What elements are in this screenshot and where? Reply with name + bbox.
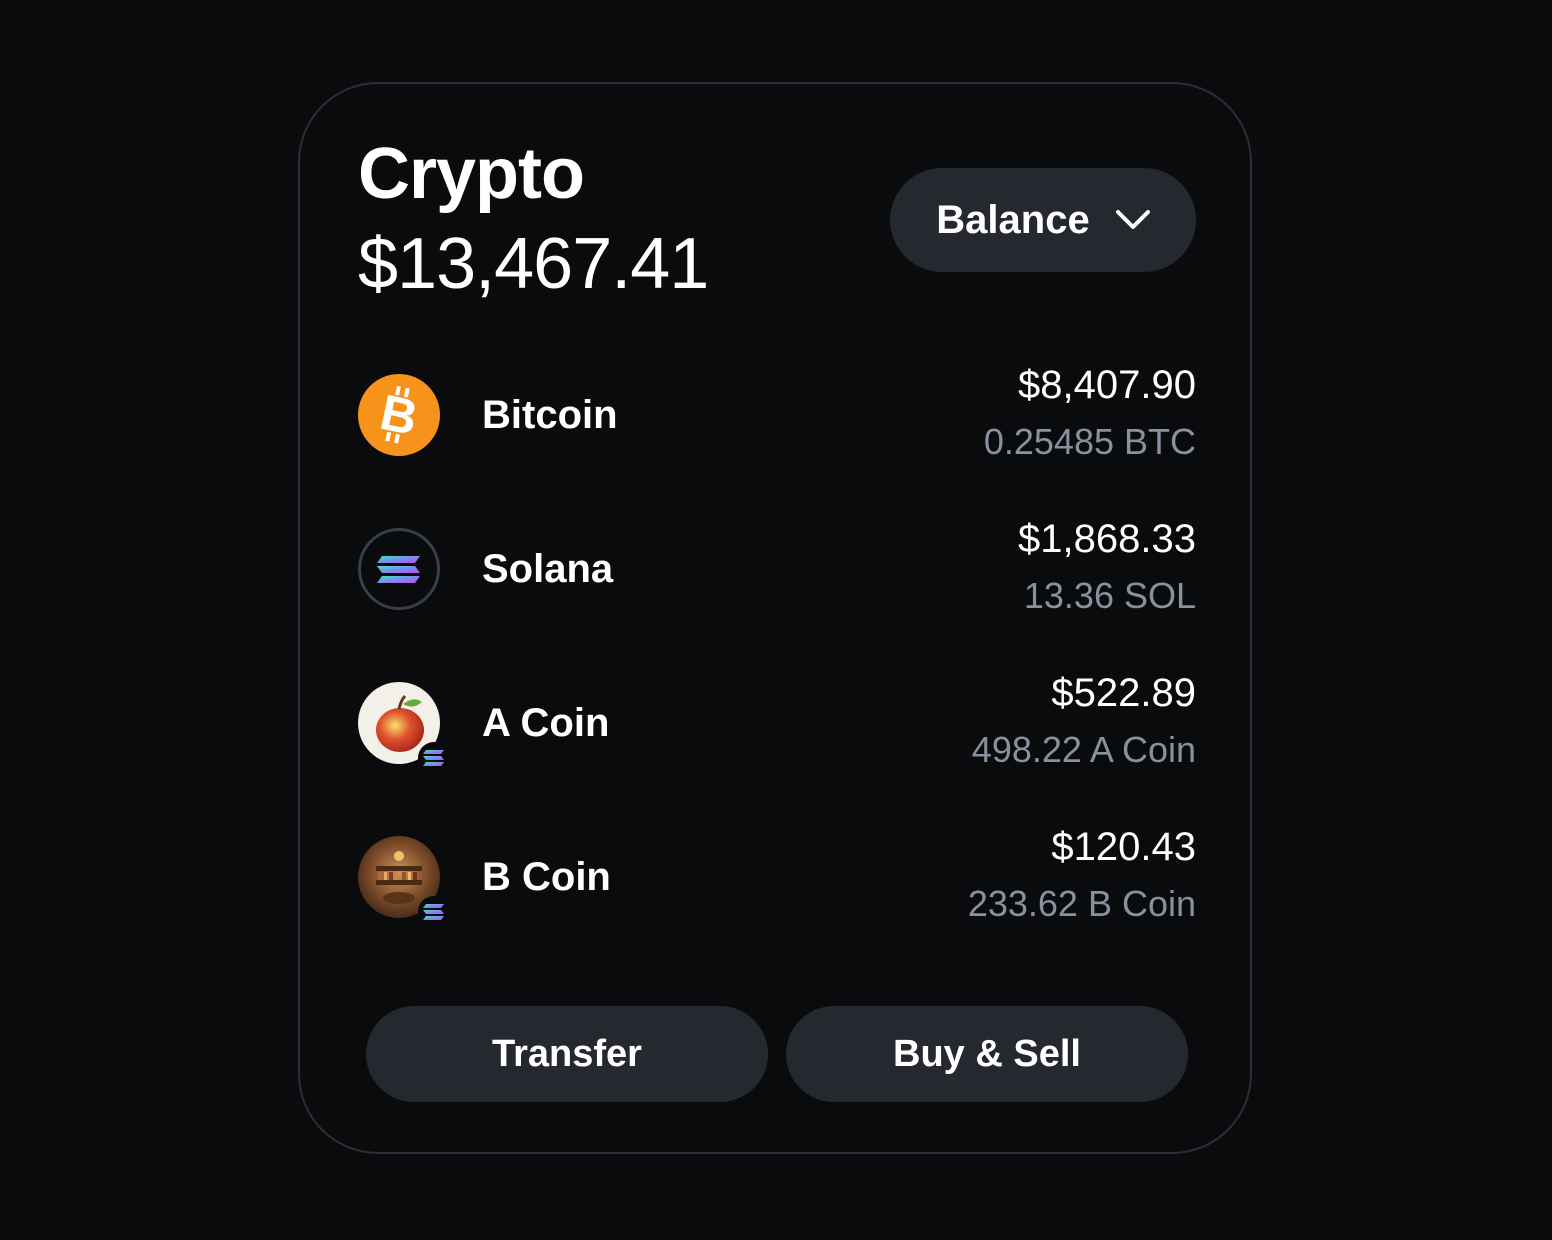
asset-usd-value: $120.43: [1051, 825, 1196, 869]
buy-sell-button[interactable]: Buy & Sell: [786, 1006, 1188, 1102]
asset-usd-value: $1,868.33: [1018, 517, 1196, 561]
asset-name: Solana: [482, 547, 614, 591]
asset-usd-value: $522.89: [1051, 671, 1196, 715]
chevron-down-icon: [1115, 210, 1150, 229]
total-balance: $13,467.41: [358, 224, 709, 304]
asset-row-a-coin[interactable]: A Coin $522.89 498.22 A Coin: [358, 668, 1196, 778]
solana-badge-icon: [423, 904, 444, 920]
bitcoin-icon: B: [358, 374, 440, 456]
library-icon: [358, 836, 450, 928]
crypto-card: Crypto $13,467.41 Balance B Bitcoin $8,4…: [298, 82, 1252, 1154]
solana-icon: [358, 528, 440, 610]
sort-dropdown-label: Balance: [936, 197, 1090, 242]
asset-amount: 0.25485 BTC: [983, 421, 1196, 462]
asset-name: B Coin: [482, 855, 611, 899]
asset-amount: 13.36 SOL: [1023, 575, 1196, 616]
asset-amount: 233.62 B Coin: [967, 883, 1196, 924]
asset-amount: 498.22 A Coin: [971, 729, 1196, 770]
asset-row-solana[interactable]: Solana $1,868.33 13.36 SOL: [358, 514, 1196, 624]
page-title: Crypto: [358, 134, 585, 214]
apple-icon: [358, 682, 450, 774]
solana-badge-icon: [423, 750, 444, 766]
asset-row-bitcoin[interactable]: B Bitcoin $8,407.90 0.25485 BTC: [358, 360, 1196, 470]
asset-name: A Coin: [482, 701, 610, 745]
asset-name: Bitcoin: [482, 393, 618, 437]
transfer-button[interactable]: Transfer: [366, 1006, 768, 1102]
asset-usd-value: $8,407.90: [1018, 363, 1196, 407]
asset-row-b-coin[interactable]: B Coin $120.43 233.62 B Coin: [358, 822, 1196, 932]
sort-dropdown-button[interactable]: Balance: [890, 168, 1196, 272]
